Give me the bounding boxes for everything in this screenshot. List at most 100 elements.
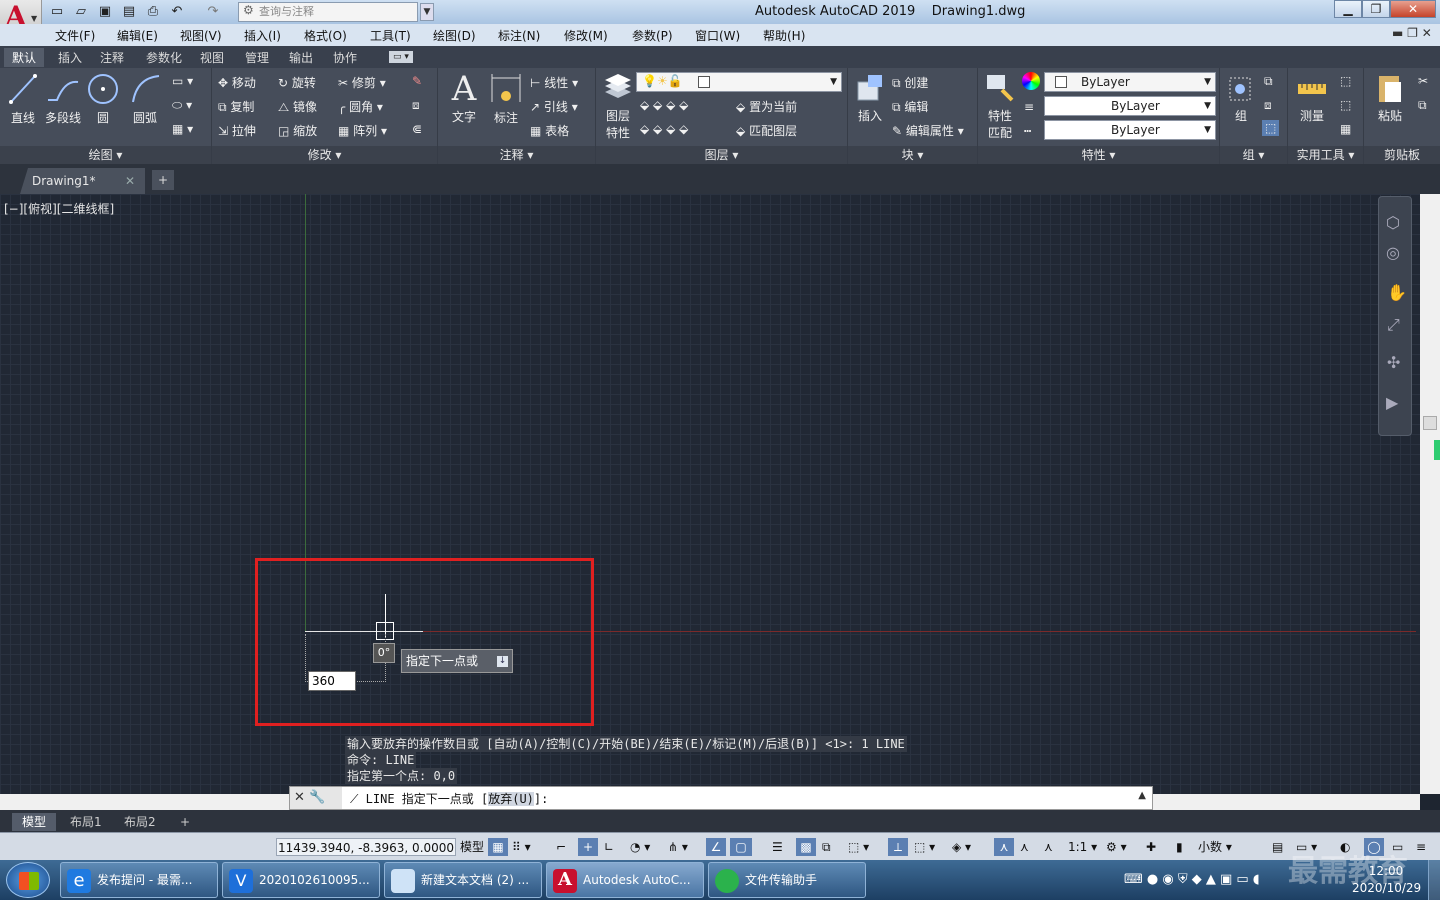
menu-view[interactable]: 视图(V) bbox=[180, 27, 222, 44]
print-icon[interactable]: ⎙ bbox=[144, 3, 162, 20]
tab-insert[interactable]: 插入 bbox=[58, 49, 82, 66]
menu-draw[interactable]: 绘图(D) bbox=[433, 27, 476, 44]
menu-help[interactable]: 帮助(H) bbox=[763, 27, 805, 44]
new-file-icon[interactable]: ▭ bbox=[48, 3, 66, 20]
create-block-tool[interactable]: ⧉ 创建 bbox=[892, 74, 928, 91]
tab-annotate[interactable]: 注释 bbox=[100, 49, 124, 66]
ellipse-icon[interactable]: ⬭ ▾ bbox=[172, 98, 192, 113]
menu-format[interactable]: 格式(O) bbox=[304, 27, 347, 44]
vertical-scrollbar[interactable] bbox=[1420, 194, 1440, 794]
drawing-canvas[interactable]: [−][俯视][二维线框] 0° 指定下一点或 ↓ 360 输入要放弃的操作数目或… bbox=[0, 194, 1420, 794]
show-desktop-button[interactable] bbox=[1428, 860, 1440, 900]
open-folder-icon[interactable]: ▱ bbox=[72, 3, 90, 20]
close-icon[interactable]: ✕ bbox=[1390, 0, 1436, 18]
add-layout-button[interactable]: + bbox=[170, 813, 200, 831]
arc-tool[interactable]: 圆弧 bbox=[128, 72, 162, 126]
quick-select-icon[interactable]: ⬚ bbox=[1340, 74, 1351, 88]
circle-tool[interactable]: 圆 bbox=[86, 72, 120, 126]
restore-icon[interactable]: ❐ bbox=[1362, 0, 1390, 18]
layer-tools-row2[interactable]: ⬙ ⬙ ⬙ ⬙ bbox=[640, 122, 688, 136]
search-input[interactable]: 查询与注释 bbox=[238, 2, 418, 22]
groups-panel-title[interactable]: 组 ▾ bbox=[1220, 146, 1287, 164]
coordinates-display[interactable]: 11439.3940, -8.3963, 0.0000 bbox=[276, 838, 456, 856]
object-snap-icon[interactable]: ▢ bbox=[730, 838, 752, 856]
tab-model[interactable]: 模型 bbox=[12, 813, 57, 831]
trim-tool[interactable]: ✂ 修剪 ▾ bbox=[338, 74, 386, 91]
new-tab-button[interactable]: + bbox=[152, 170, 174, 190]
workspace-gear-icon[interactable]: ⚙ ▾ bbox=[1106, 838, 1127, 856]
undo-icon[interactable]: ↶ bbox=[168, 3, 186, 20]
color-wheel-icon[interactable] bbox=[1022, 72, 1040, 90]
text-tool[interactable]: A 文字 bbox=[444, 70, 484, 125]
annotation-visibility-icon[interactable]: ⋏ bbox=[994, 838, 1014, 856]
taskbar-ie[interactable]: e 发布提问 - 最需... bbox=[60, 862, 218, 898]
erase-icon[interactable]: ✎ bbox=[412, 74, 422, 88]
mirror-tool[interactable]: ⧍ 镜像 bbox=[278, 98, 317, 115]
viewcube-icon[interactable]: ⬡ bbox=[1386, 213, 1400, 232]
block-panel-title[interactable]: 块 ▾ bbox=[848, 146, 977, 164]
scale-tool[interactable]: ◲ 缩放 bbox=[278, 122, 317, 139]
steering-wheel-icon[interactable]: ◎ bbox=[1386, 243, 1400, 262]
command-line[interactable]: ✕ 🔧 ⟋ LINE 指定下一点或 [放弃(U)]: ▲ bbox=[289, 786, 1153, 810]
save-as-icon[interactable]: ▤ bbox=[120, 3, 138, 20]
redo-icon[interactable]: ↷ bbox=[204, 3, 222, 20]
pan-icon[interactable]: ✋ bbox=[1387, 283, 1407, 302]
menu-modify[interactable]: 修改(M) bbox=[564, 27, 608, 44]
system-tray-icons[interactable]: ⌨ ● ◉ ⛨ ◆ ▲ ▣ ▭ ◖ bbox=[1124, 872, 1260, 887]
polar-tracking-icon[interactable]: ◔ ▾ bbox=[630, 838, 650, 856]
dimension-tool[interactable]: 标注 bbox=[486, 72, 526, 126]
linear-tool[interactable]: ⊢ 线性 ▾ bbox=[530, 74, 578, 91]
minimize-icon[interactable]: ▁ bbox=[1334, 0, 1362, 18]
group-edit-icon[interactable]: ⧈ bbox=[1264, 98, 1272, 113]
viewport-controls[interactable]: [−][俯视][二维线框] bbox=[4, 200, 114, 217]
selection-cycling-icon[interactable]: ⧉ bbox=[822, 838, 831, 856]
calculator-icon[interactable]: ▦ bbox=[1340, 122, 1351, 136]
ungroup-icon[interactable]: ⧉ bbox=[1264, 74, 1273, 89]
measure-tool[interactable]: 测量 bbox=[1292, 72, 1332, 124]
clock-date[interactable]: 2020/10/29 bbox=[1352, 881, 1421, 895]
fillet-tool[interactable]: ╭ 圆角 ▾ bbox=[338, 98, 383, 115]
table-tool[interactable]: ▦ 表格 bbox=[530, 122, 569, 139]
menu-edit[interactable]: 编辑(E) bbox=[117, 27, 158, 44]
tab-layout2[interactable]: 布局2 bbox=[114, 813, 166, 831]
gizmo-icon[interactable]: ◈ ▾ bbox=[952, 838, 971, 856]
dynamic-ucs-icon[interactable]: ⟂ bbox=[888, 838, 908, 856]
tab-manage[interactable]: 管理 bbox=[245, 49, 269, 66]
menu-file[interactable]: 文件(F) bbox=[55, 27, 95, 44]
units-dropdown[interactable]: 小数 ▾ bbox=[1198, 838, 1268, 856]
dynamic-input-icon[interactable]: + bbox=[578, 838, 598, 856]
copy-tool[interactable]: ⧉ 复制 bbox=[218, 98, 254, 115]
close-tab-icon[interactable]: ✕ bbox=[125, 168, 135, 194]
move-tool[interactable]: ✥ 移动 bbox=[218, 74, 256, 91]
line-tool[interactable]: 直线 bbox=[6, 72, 40, 126]
taskbar-wechat[interactable]: 文件传输助手 bbox=[708, 862, 866, 898]
utilities-panel-title[interactable]: 实用工具 ▾ bbox=[1288, 146, 1363, 164]
taskbar-notepad[interactable]: 新建文本文档 (2) ... bbox=[384, 862, 542, 898]
tab-output[interactable]: 输出 bbox=[289, 49, 313, 66]
undo-option[interactable]: 放弃(U) bbox=[488, 792, 534, 806]
menu-tools[interactable]: 工具(T) bbox=[370, 27, 411, 44]
select-all-icon[interactable]: ⬚ bbox=[1340, 98, 1351, 112]
quick-properties-icon[interactable]: ▤ bbox=[1272, 838, 1283, 856]
rotate-tool[interactable]: ↻ 旋转 bbox=[278, 74, 316, 91]
rectangle-icon[interactable]: ▭ ▾ bbox=[172, 74, 193, 88]
tab-drawing1[interactable]: Drawing1* ✕ bbox=[20, 168, 145, 194]
insert-block-tool[interactable]: 插入 bbox=[852, 72, 888, 124]
object-snap-tracking-icon[interactable]: ∠ bbox=[706, 838, 726, 856]
command-history-toggle[interactable]: ▲ bbox=[1138, 790, 1146, 801]
tab-default[interactable]: 默认 bbox=[4, 48, 45, 67]
offset-icon[interactable]: ⋐ bbox=[412, 122, 422, 136]
stretch-tool[interactable]: ⇲ 拉伸 bbox=[218, 122, 256, 139]
annotation-scale-icon[interactable]: ⋏ bbox=[1044, 838, 1053, 856]
array-tool[interactable]: ▦ 阵列 ▾ bbox=[338, 122, 387, 139]
ribbon-options-button[interactable]: ▭ ▾ bbox=[389, 51, 413, 63]
linetype-dropdown[interactable]: ByLayer ▼ bbox=[1044, 96, 1216, 116]
auto-scale-icon[interactable]: ⋏ bbox=[1020, 838, 1029, 856]
annotation-monitor-icon[interactable]: ✚ bbox=[1146, 838, 1156, 856]
taskbar-video[interactable]: V 2020102610095... bbox=[222, 862, 380, 898]
ortho-icon[interactable]: ∟ bbox=[604, 838, 614, 856]
lineweight-dropdown[interactable]: ByLayer ▼ bbox=[1044, 120, 1216, 140]
properties-panel-title[interactable]: 特性 ▾ bbox=[978, 146, 1219, 164]
group-tool[interactable]: 组 bbox=[1224, 72, 1258, 124]
match-layer-tool[interactable]: ⬙ 匹配图层 bbox=[736, 122, 797, 139]
